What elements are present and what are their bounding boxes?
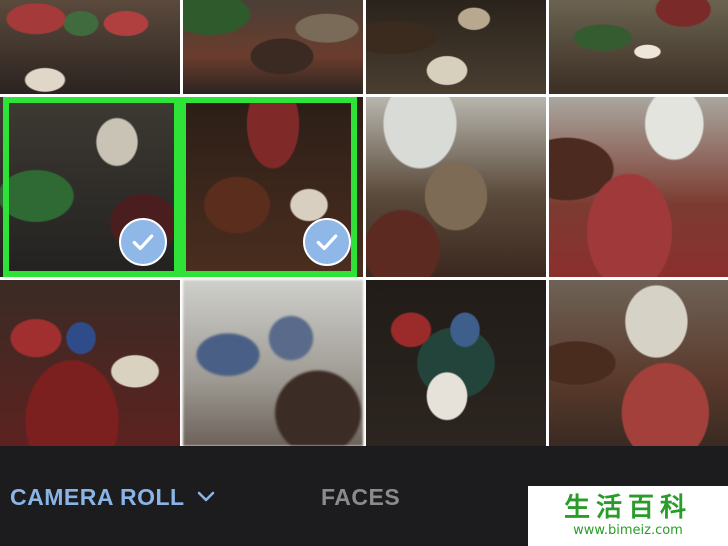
photo-grid [0, 0, 728, 446]
chevron-down-icon [197, 491, 214, 502]
selected-checkmark-icon[interactable] [119, 218, 167, 266]
photo-thumbnail[interactable] [0, 0, 180, 94]
tab-camera-roll[interactable]: CAMERA ROLL [10, 482, 215, 512]
tab-camera-roll-label: CAMERA ROLL [10, 483, 185, 510]
photo-thumbnail[interactable] [549, 97, 728, 277]
photo-thumbnail[interactable] [549, 280, 728, 446]
photo-thumbnail[interactable] [366, 280, 546, 446]
photo-thumbnail[interactable] [549, 0, 728, 94]
photo-thumbnail[interactable] [183, 0, 363, 94]
photo-thumbnail[interactable] [0, 280, 180, 446]
photo-thumbnail[interactable] [183, 280, 363, 446]
watermark-url: www.bimeiz.com [573, 523, 683, 538]
photo-thumbnail[interactable] [366, 0, 546, 94]
tab-faces[interactable]: FACES [321, 482, 400, 512]
watermark: 生活百科 www.bimeiz.com [528, 486, 728, 546]
photo-thumbnail[interactable] [366, 97, 546, 277]
tab-faces-label: FACES [321, 483, 401, 510]
selected-checkmark-icon[interactable] [303, 218, 351, 266]
watermark-title: 生活百科 [563, 493, 692, 523]
